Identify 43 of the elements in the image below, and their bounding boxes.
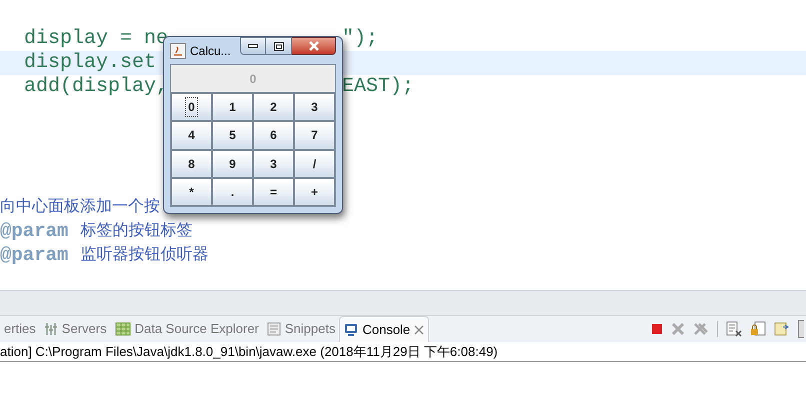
calculator-key[interactable]: =	[253, 178, 294, 206]
comment-text: 监听器按钮侦听器	[80, 245, 208, 265]
calculator-key[interactable]: 4	[171, 121, 212, 150]
calculator-key[interactable]: 5	[212, 121, 253, 150]
java-icon	[170, 42, 186, 58]
minimize-icon	[248, 44, 258, 48]
calculator-key[interactable]: 3	[253, 150, 294, 178]
stop-icon[interactable]	[651, 323, 663, 335]
calculator-key[interactable]: +	[294, 178, 335, 206]
monitor-icon	[344, 322, 358, 336]
calculator-display: 0	[171, 65, 335, 93]
calculator-key[interactable]: .	[212, 178, 253, 206]
calculator-key[interactable]: 8	[171, 150, 212, 178]
comment-text: 标签的按钮标签	[80, 221, 192, 241]
view-tab[interactable]: Console	[339, 316, 430, 342]
snippets-icon	[266, 322, 281, 336]
calculator-key[interactable]: 2	[253, 93, 294, 122]
comment-text: 向中心面板添加一个按	[0, 196, 160, 217]
servers-icon	[44, 322, 58, 336]
calculator-key[interactable]: 3	[294, 93, 335, 122]
view-tab[interactable]: Data Source Explorer	[110, 316, 263, 342]
view-tab[interactable]: erties	[0, 316, 40, 342]
view-tab[interactable]: Snippets	[262, 316, 340, 342]
calculator-key[interactable]: 7	[294, 121, 335, 150]
view-tab[interactable]: Servers	[40, 316, 111, 342]
calculator-key[interactable]: *	[171, 178, 212, 206]
restore-icon	[274, 42, 284, 50]
display-selected-button[interactable]	[798, 320, 804, 338]
close-button[interactable]	[292, 37, 336, 55]
calculator-key[interactable]: 9	[212, 150, 253, 178]
console-launch-line: ation] C:\Program Files\Java\jdk1.8.0_91\bin\javaw.exe (2018年11月29日 下午6:08:49)	[0, 342, 806, 362]
clear-console-icon[interactable]	[726, 321, 742, 337]
close-icon	[308, 41, 320, 51]
scroll-lock-icon[interactable]	[750, 321, 766, 337]
maximize-button[interactable]	[266, 37, 292, 55]
minimize-button[interactable]	[240, 37, 266, 55]
calculator-key[interactable]: /	[294, 150, 335, 178]
document-icon[interactable]	[774, 321, 790, 337]
calculator-key[interactable]: 0	[171, 93, 212, 122]
close-icon[interactable]	[414, 324, 424, 334]
calculator-key[interactable]: 6	[253, 121, 294, 150]
database-icon	[114, 322, 131, 336]
calculator-key[interactable]: 1	[212, 93, 253, 122]
